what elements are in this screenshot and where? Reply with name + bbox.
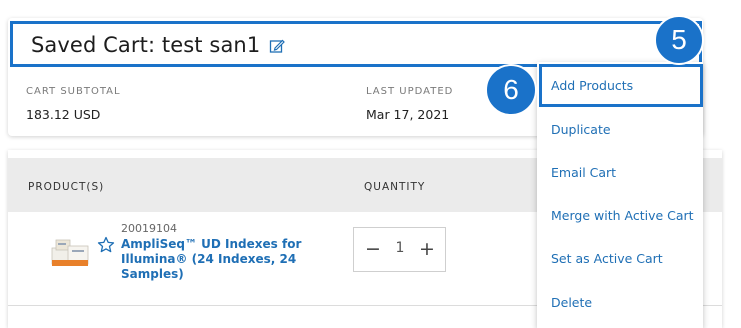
add-products-highlight xyxy=(539,64,703,107)
last-updated-value: Mar 17, 2021 xyxy=(366,107,450,122)
product-name-link[interactable]: AmpliSeq™ UD Indexes for Illumina® (24 I… xyxy=(121,237,321,282)
cart-title-bar: Saved Cart: test san1 xyxy=(10,21,702,67)
decrement-button[interactable]: − xyxy=(362,238,384,260)
quantity-value[interactable]: 1 xyxy=(392,240,408,256)
menu-item-email-cart[interactable]: Email Cart xyxy=(551,165,616,180)
last-updated-label: LAST UPDATED xyxy=(366,86,454,97)
saved-cart-page: CART SUBTOTAL 183.12 USD LAST UPDATED Ma… xyxy=(0,0,741,328)
menu-item-set-as-active-cart[interactable]: Set as Active Cart xyxy=(551,251,663,266)
star-icon[interactable] xyxy=(97,236,115,254)
product-thumbnail xyxy=(48,234,94,272)
menu-item-duplicate[interactable]: Duplicate xyxy=(551,122,611,137)
increment-button[interactable]: + xyxy=(416,238,438,260)
menu-item-merge-with-active-cart[interactable]: Merge with Active Cart xyxy=(551,208,694,223)
product-code: 20019104 xyxy=(121,222,177,235)
product-name-line: Samples) xyxy=(121,267,184,281)
page-title: Saved Cart: test san1 xyxy=(31,33,261,57)
callout-badge-5: 5 xyxy=(654,15,704,65)
subtotal-value: 183.12 USD xyxy=(26,107,101,122)
subtotal-label: CART SUBTOTAL xyxy=(26,86,121,97)
product-name-line: Illumina® (24 Indexes, 24 xyxy=(121,252,297,266)
product-name-line: AmpliSeq™ UD Indexes for xyxy=(121,237,302,251)
column-header-quantity: QUANTITY xyxy=(364,181,426,193)
quantity-stepper: − 1 + xyxy=(353,227,446,272)
column-header-products: PRODUCT(S) xyxy=(28,181,105,193)
callout-badge-6: 6 xyxy=(485,64,537,116)
menu-item-delete[interactable]: Delete xyxy=(551,295,592,310)
edit-icon[interactable] xyxy=(269,38,285,54)
